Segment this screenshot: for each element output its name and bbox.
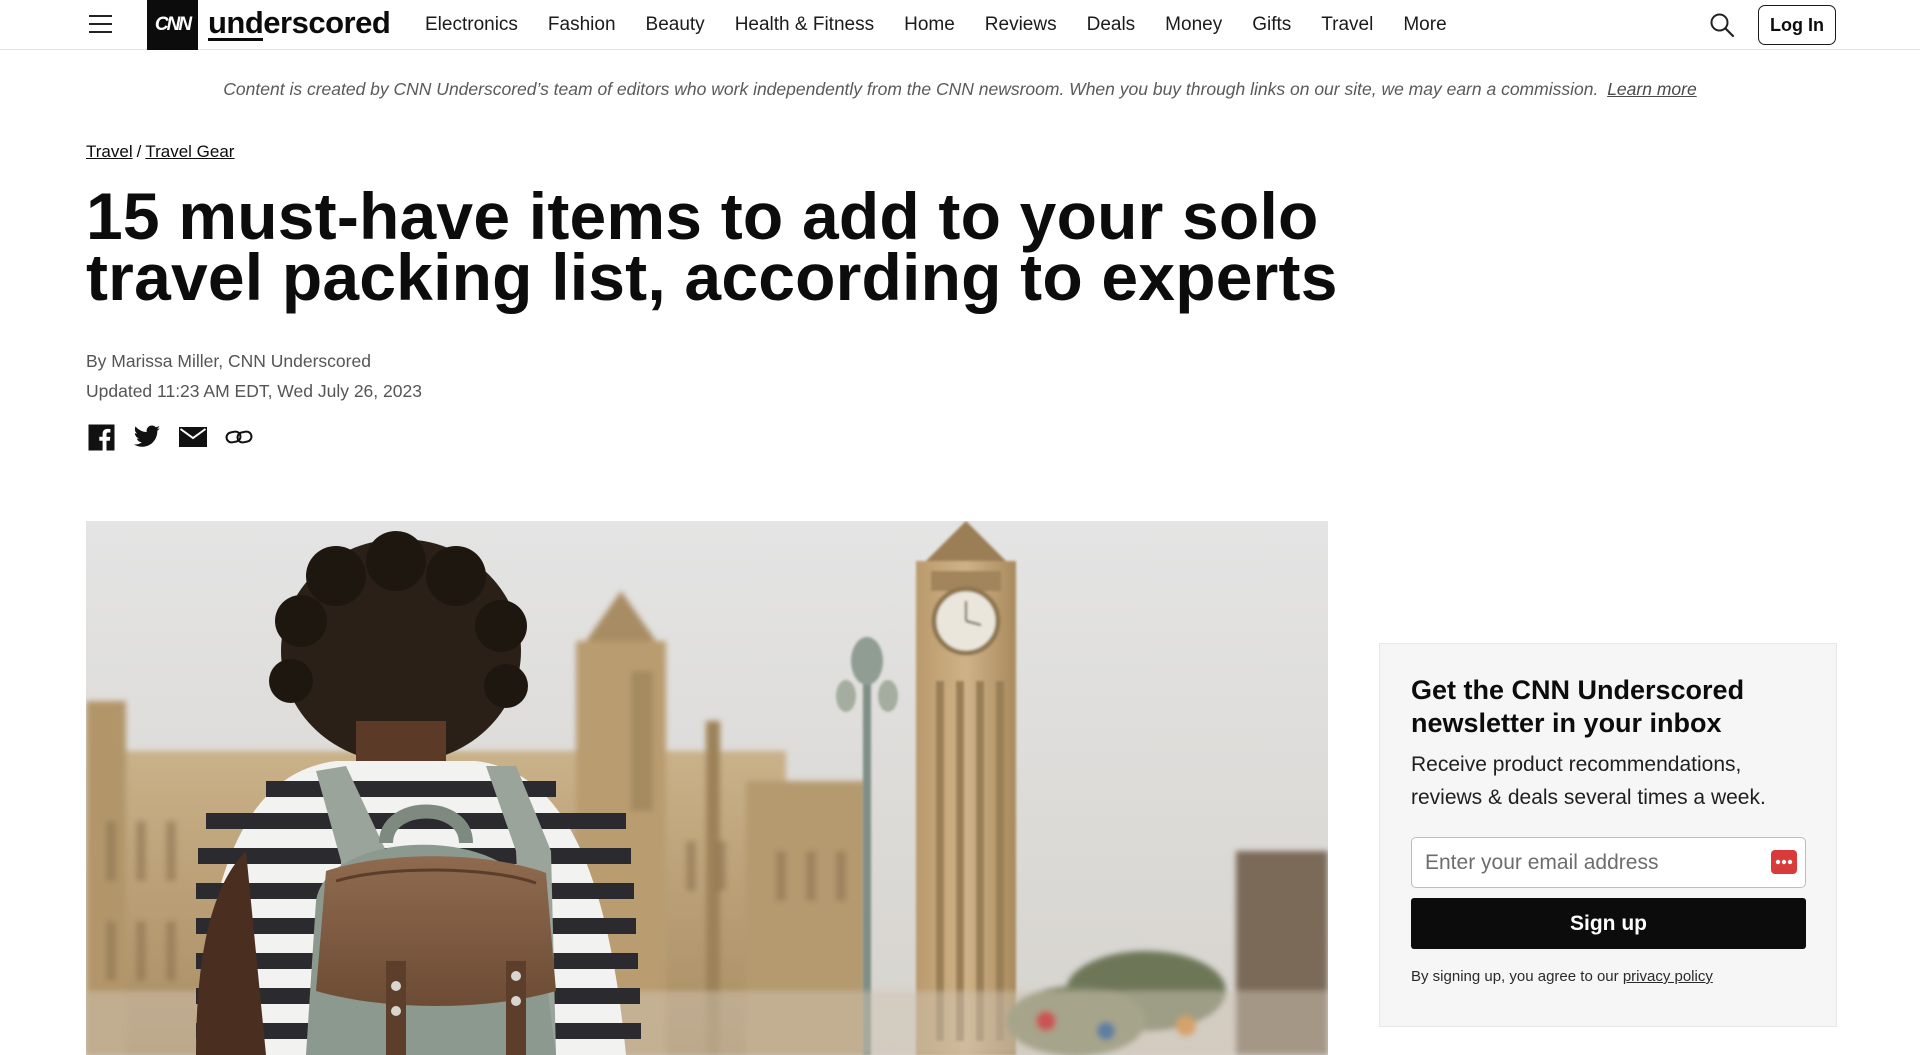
- link-icon[interactable]: [224, 422, 254, 452]
- nav-item-gifts[interactable]: Gifts: [1252, 14, 1291, 36]
- email-field-wrapper: [1411, 837, 1806, 888]
- nav-item-beauty[interactable]: Beauty: [646, 14, 705, 36]
- underscored-wordmark: underscored: [208, 5, 391, 41]
- top-navigation-bar: CNN underscored Electronics Fashion Beau…: [0, 0, 1920, 50]
- sign-up-button[interactable]: Sign up: [1411, 898, 1806, 949]
- cnn-logo-mark: CNN: [147, 0, 198, 50]
- twitter-icon[interactable]: [132, 422, 162, 452]
- hero-image: [86, 521, 1328, 1055]
- article-byline: By Marissa Miller, CNN Underscored Updat…: [86, 346, 422, 406]
- newsletter-description: Receive product recommendations, reviews…: [1411, 753, 1766, 809]
- login-button[interactable]: Log In: [1758, 5, 1836, 45]
- disclosure-text: Content is created by CNN Underscored’s …: [223, 79, 1599, 99]
- email-icon[interactable]: [178, 422, 208, 452]
- password-manager-icon[interactable]: [1771, 850, 1797, 874]
- hamburger-menu-icon[interactable]: [86, 12, 116, 36]
- nav-item-home[interactable]: Home: [904, 14, 955, 36]
- learn-more-link[interactable]: Learn more: [1607, 79, 1697, 99]
- nav-item-deals[interactable]: Deals: [1087, 14, 1136, 36]
- email-field[interactable]: [1412, 838, 1805, 887]
- updated-timestamp: Updated 11:23 AM EDT, Wed July 26, 2023: [86, 381, 422, 401]
- nav-item-health-fitness[interactable]: Health & Fitness: [735, 14, 874, 36]
- nav-item-money[interactable]: Money: [1165, 14, 1222, 36]
- search-icon[interactable]: [1708, 11, 1736, 39]
- affiliate-disclosure: Content is created by CNN Underscored’s …: [0, 79, 1920, 100]
- article-title: 15 must-have items to add to your solo t…: [86, 179, 1338, 314]
- newsletter-legal-text: By signing up, you agree to our privacy …: [1411, 968, 1805, 985]
- breadcrumb-travel-gear[interactable]: Travel Gear: [145, 142, 234, 161]
- newsletter-title: Get the CNN Underscored newsletter in yo…: [1411, 675, 1745, 738]
- nav-item-more[interactable]: More: [1403, 14, 1446, 36]
- breadcrumb-travel[interactable]: Travel: [86, 142, 133, 161]
- nav-item-electronics[interactable]: Electronics: [425, 14, 518, 36]
- nav-item-travel[interactable]: Travel: [1321, 14, 1373, 36]
- site-logo[interactable]: CNN underscored: [147, 0, 391, 50]
- breadcrumb: Travel / Travel Gear: [86, 142, 234, 162]
- main-nav: Electronics Fashion Beauty Health & Fitn…: [425, 0, 1477, 50]
- nav-item-fashion[interactable]: Fashion: [548, 14, 616, 36]
- newsletter-signup-panel: Get the CNN Underscored newsletter in yo…: [1379, 643, 1837, 1027]
- nav-item-reviews[interactable]: Reviews: [985, 14, 1057, 36]
- legal-prefix: By signing up, you agree to our: [1411, 968, 1619, 985]
- share-bar: [86, 422, 270, 452]
- privacy-policy-link[interactable]: privacy policy: [1623, 968, 1713, 985]
- breadcrumb-separator: /: [136, 142, 142, 161]
- facebook-icon[interactable]: [86, 422, 116, 452]
- author-line: By Marissa Miller, CNN Underscored: [86, 351, 371, 371]
